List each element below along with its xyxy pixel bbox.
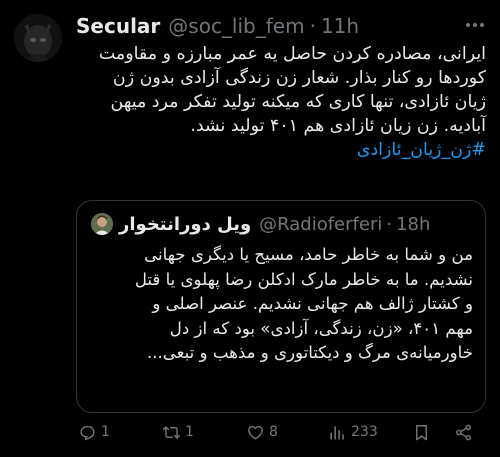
reply-button[interactable]: 1	[78, 420, 110, 444]
tweet-text-line: آبادیه. زن زیان ئازادی هم ۴۰۱ تولید نشد.	[190, 116, 486, 136]
repost-icon	[162, 425, 181, 439]
share-button[interactable]	[454, 420, 473, 444]
quoted-tweet-header: ویل دورانتخوار @Radioferferi · 18h	[91, 213, 430, 235]
quoted-text-line: خاورمیانه‌ی مرگ و دیکتاتوری و مذهب و تبع…	[146, 343, 473, 362]
quoted-tweet-text: من و شما به خاطر حامد، مسیح یا دیگری جها…	[91, 243, 473, 366]
reply-icon	[80, 425, 95, 440]
tweet-text-line: ایرانی، مصادره کردن حاصل یه عمر مبارزه و…	[98, 44, 486, 64]
views-icon	[330, 425, 344, 440]
quoted-tweet-timestamp: 18h	[396, 213, 431, 235]
hashtag-link[interactable]: #ژن_ژیان_ئازادی	[76, 138, 486, 162]
author-avatar[interactable]	[14, 14, 62, 62]
quoted-author-handle: @Radioferferi	[259, 213, 383, 235]
quoted-text-line: مهم ۴۰۱، «زن، زندگی، آزادی» بود که از دل	[169, 318, 473, 338]
views-button[interactable]: 233	[328, 420, 378, 444]
heart-icon	[248, 425, 263, 440]
quoted-text-line: من و شما به خاطر حامد، مسیح یا دیگری جها…	[144, 245, 473, 264]
view-count: 233	[351, 424, 378, 440]
quoted-author-avatar	[91, 213, 113, 235]
tweet-text-line: کوردها رو کنار بذار. شعار زن زندگی آزادی…	[112, 68, 486, 88]
author-display-name[interactable]: Secular	[76, 14, 160, 38]
action-bar: 1 1 8 233	[76, 420, 486, 444]
more-icon[interactable]	[464, 16, 486, 34]
author-handle[interactable]: @soc_lib_fem	[168, 14, 304, 38]
tweet-timestamp[interactable]: 11h	[321, 14, 359, 38]
bookmark-icon	[416, 424, 427, 440]
tweet-text-line: ژیان ئازادی، تنها کاری که میکنه تولید تف…	[110, 92, 486, 112]
like-button[interactable]: 8	[246, 420, 278, 444]
like-count: 8	[269, 424, 278, 440]
quoted-tweet[interactable]: ویل دورانتخوار @Radioferferi · 18h من و …	[76, 200, 486, 413]
tweet-header: Secular @soc_lib_fem · 11h	[76, 14, 359, 38]
bookmark-button[interactable]	[412, 420, 431, 444]
quoted-text-line: و کشتار ژالف هم جهانی نشدیم. عنصر اصلی و	[152, 294, 473, 313]
repost-button[interactable]: 1	[162, 420, 194, 444]
quoted-header-separator: ·	[386, 213, 393, 235]
share-icon	[455, 424, 472, 440]
tweet-text: ایرانی، مصادره کردن حاصل یه عمر مبارزه و…	[76, 42, 486, 162]
header-separator: ·	[309, 14, 316, 38]
repost-count: 1	[185, 424, 194, 440]
quoted-text-line: نشدیم. ما به خاطر مارک ادکلن رضا پهلوی ی…	[134, 269, 473, 289]
quoted-author-display-name: ویل دورانتخوار	[119, 213, 252, 235]
reply-count: 1	[101, 424, 110, 440]
avatar-image	[14, 14, 62, 62]
